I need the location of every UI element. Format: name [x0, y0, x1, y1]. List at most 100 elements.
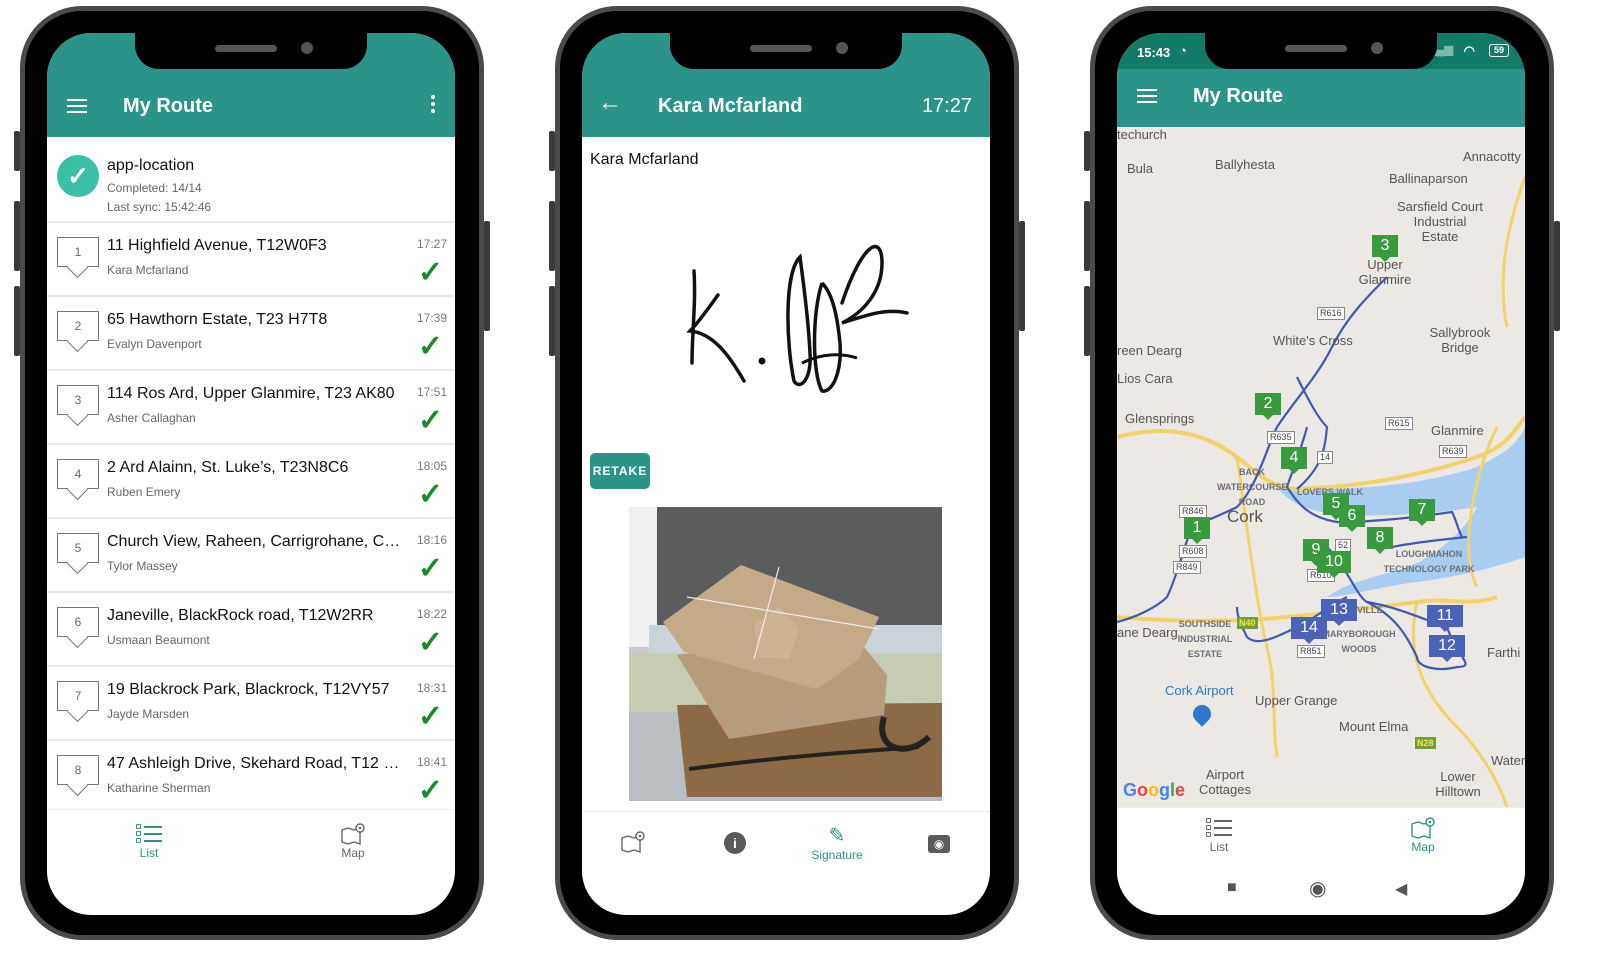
hamburger-icon[interactable] — [67, 99, 87, 113]
list-icon — [1117, 816, 1321, 840]
stop-address: 47 Ashleigh Drive, Skehard Road, T12 X… — [107, 755, 407, 772]
checkmark-icon: ✓ — [417, 404, 443, 437]
checkmark-icon: ✓ — [417, 700, 443, 733]
phone-button — [14, 286, 20, 356]
checkmark-icon: ✓ — [417, 626, 443, 659]
tab-camera[interactable]: ◉ — [888, 812, 990, 877]
place-label: Sallybrook Bridge — [1429, 325, 1491, 355]
stop-time: 18:41 — [416, 755, 447, 769]
notch — [1205, 33, 1437, 69]
place-label: Water — [1491, 753, 1525, 768]
map-marker[interactable]: 14 — [1291, 617, 1327, 644]
tab-list[interactable]: List — [47, 810, 251, 873]
place-label: Airport Cottages — [1198, 767, 1252, 797]
place-label: MARYBOROUGH WOODS — [1322, 629, 1396, 654]
home-button[interactable]: ◉ — [1309, 876, 1326, 901]
map-marker[interactable]: 12 — [1429, 635, 1465, 662]
hamburger-icon[interactable] — [1137, 89, 1157, 107]
stop-time: 17:27 — [416, 237, 447, 251]
place-label: BACK WATERCOURSE ROAD — [1217, 467, 1288, 507]
list-item[interactable]: 8 47 Ashleigh Drive, Skehard Road, T12 X… — [47, 741, 455, 815]
phone-button — [549, 131, 555, 171]
map-marker[interactable]: 7 — [1409, 499, 1435, 526]
stop-number-marker: 6 — [57, 607, 99, 637]
list-item[interactable]: 2 65 Hawthorn Estate, T23 H7T8 Evalyn Da… — [47, 297, 455, 371]
tab-info[interactable]: i — [684, 812, 786, 877]
place-label: reen Dearg — [1117, 343, 1183, 358]
list-item[interactable]: 1 11 Highfield Avenue, T12W0F3 Kara Mcfa… — [47, 223, 455, 297]
phone-button — [1084, 131, 1090, 171]
road-shield: R635 — [1267, 431, 1295, 444]
map-marker[interactable]: 3 — [1372, 235, 1398, 262]
map-marker[interactable]: 8 — [1367, 527, 1393, 554]
checkmark-icon: ✓ — [417, 330, 443, 363]
tab-label: Signature — [811, 848, 863, 862]
stop-customer: Asher Callaghan — [107, 411, 196, 425]
stop-number-marker: 8 — [57, 755, 99, 785]
recipient-name: Kara Mcfarland — [590, 151, 699, 168]
delivery-photo — [629, 507, 942, 801]
retake-button[interactable]: RETAKE — [590, 453, 650, 489]
map-marker[interactable]: 2 — [1255, 393, 1281, 420]
stop-time: 17:51 — [416, 385, 447, 399]
stop-list: 1 11 Highfield Avenue, T12W0F3 Kara Mcfa… — [47, 223, 455, 815]
map-marker[interactable]: 10 — [1317, 551, 1351, 578]
place-label: Annacotty — [1463, 149, 1521, 164]
list-item[interactable]: 6 Janeville, BlackRock road, T12W2RR Usm… — [47, 593, 455, 667]
stop-number-marker: 7 — [57, 681, 99, 711]
page-title: Kara Mcfarland — [658, 95, 803, 117]
more-vertical-icon[interactable] — [431, 95, 435, 116]
back-arrow-icon[interactable]: ← — [598, 89, 622, 117]
stop-time: 18:16 — [416, 533, 447, 547]
tab-list[interactable]: List — [1117, 808, 1321, 867]
tab-map[interactable]: Map — [1321, 808, 1525, 867]
place-label: White's Cross — [1273, 333, 1353, 348]
road-shield: R849 — [1173, 561, 1201, 574]
checkmark-icon: ✓ — [417, 552, 443, 585]
route-summary[interactable]: ✓ app-location Completed: 14/14 Last syn… — [47, 137, 455, 223]
phone-list-view: My Route ✓ app-location Completed: 14/14… — [14, 6, 490, 940]
tab-label: List — [139, 846, 159, 860]
route-map[interactable]: techurch Bula Ballyhesta Annacotty Balli… — [1117, 127, 1525, 807]
map-marker[interactable]: 4 — [1281, 447, 1307, 474]
place-label: Cork — [1227, 507, 1263, 526]
list-item[interactable]: 7 19 Blackrock Park, Blackrock, T12VY57 … — [47, 667, 455, 741]
stop-address: Janeville, BlackRock road, T12W2RR — [107, 607, 374, 624]
place-label: Ballyhesta — [1215, 157, 1275, 172]
map-marker[interactable]: 6 — [1339, 505, 1365, 532]
screen: ← Kara Mcfarland 17:27 Kara Mcfarland RE… — [582, 33, 990, 915]
checkmark-icon: ✓ — [417, 478, 443, 511]
tab-map[interactable] — [582, 812, 684, 877]
place-label: SOUTHSIDE INDUSTRIAL ESTATE — [1177, 619, 1233, 659]
check-circle-icon: ✓ — [57, 155, 99, 197]
phone-button — [1019, 221, 1025, 331]
delivery-time: 17:27 — [921, 95, 972, 117]
list-item[interactable]: 4 2 Ard Alainn, St. Luke’s, T23N8C6 Rube… — [47, 445, 455, 519]
place-label: Sarsfield Court Industrial Estate — [1397, 199, 1483, 244]
stop-address: 2 Ard Alainn, St. Luke’s, T23N8C6 — [107, 459, 349, 476]
stop-number-marker: 4 — [57, 459, 99, 489]
map-pin-icon — [251, 822, 455, 846]
tab-map[interactable]: Map — [251, 810, 455, 873]
place-label: ane Dearg — [1117, 625, 1178, 640]
stop-address: 114 Ros Ard, Upper Glanmire, T23 AK80 — [107, 385, 395, 402]
phone-button — [1554, 221, 1560, 331]
list-item[interactable]: 5 Church View, Raheen, Carrigrohane, Co…… — [47, 519, 455, 593]
place-label: VILLE — [1357, 605, 1383, 615]
list-item[interactable]: 3 114 Ros Ard, Upper Glanmire, T23 AK80 … — [47, 371, 455, 445]
stop-address: Church View, Raheen, Carrigrohane, Co… — [107, 533, 407, 550]
recents-button[interactable]: ■ — [1227, 879, 1237, 897]
stop-address: 11 Highfield Avenue, T12W0F3 — [107, 237, 327, 254]
stop-number-marker: 2 — [57, 311, 99, 341]
map-marker[interactable]: 11 — [1427, 605, 1463, 632]
stop-customer: Jayde Marsden — [107, 707, 190, 721]
map-marker[interactable]: 1 — [1184, 517, 1210, 544]
back-button[interactable]: ◀ — [1395, 879, 1407, 899]
phone-button — [14, 131, 20, 171]
tab-signature[interactable]: ✎ Signature — [786, 812, 888, 877]
notification-icons: ◔ — [1179, 43, 1187, 58]
notch — [135, 33, 367, 69]
battery-icon: 59 — [1488, 44, 1509, 57]
bottom-nav: i ✎ Signature ◉ — [582, 811, 990, 877]
place-label: Glensprings — [1125, 411, 1195, 426]
